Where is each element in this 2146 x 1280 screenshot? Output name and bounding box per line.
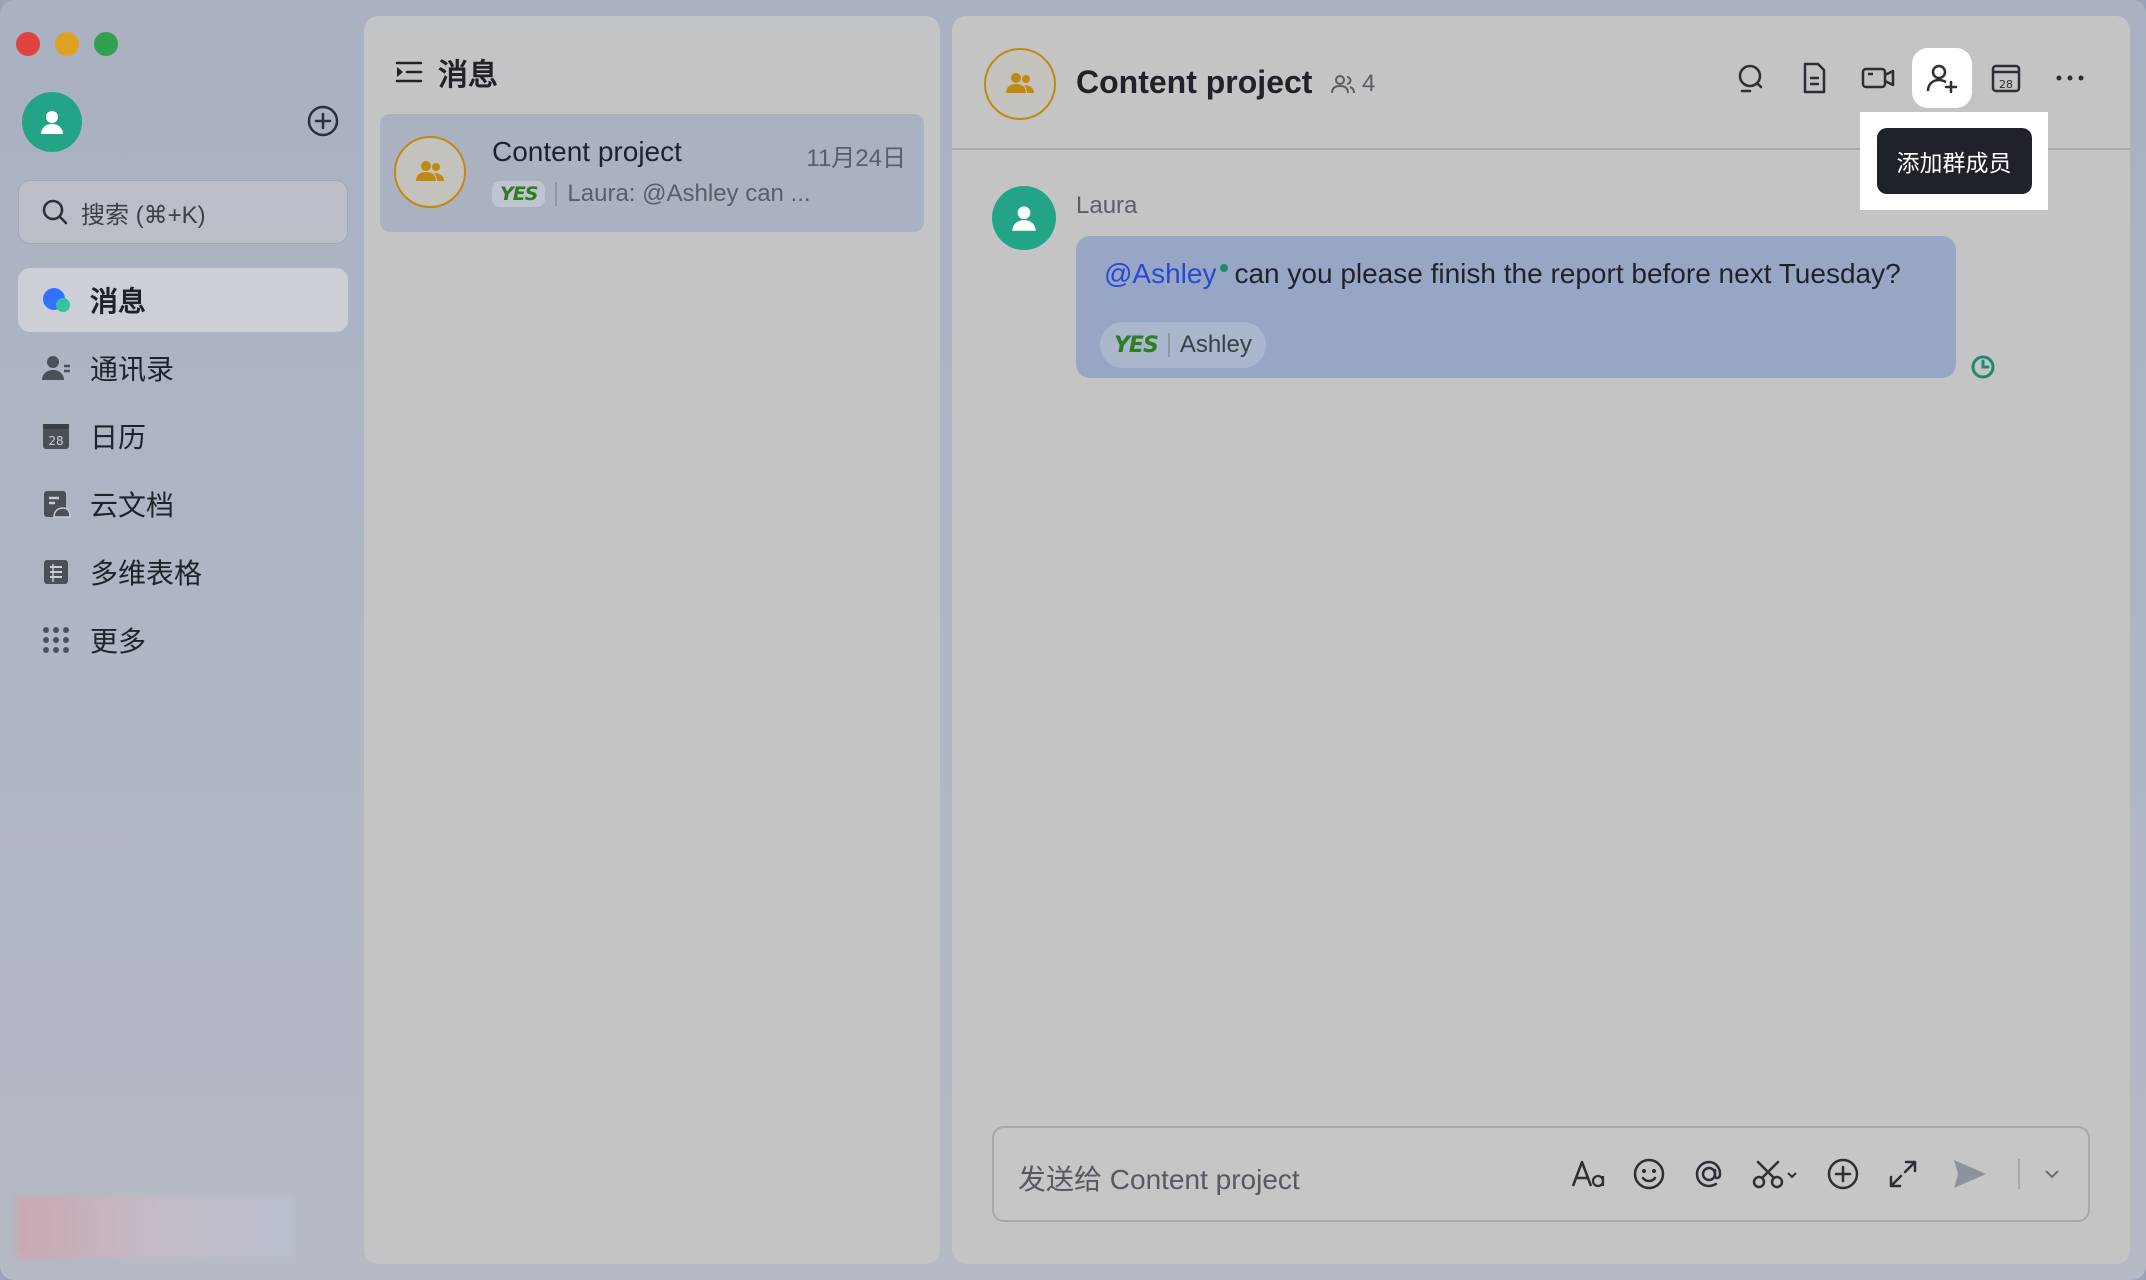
doc-icon <box>1803 62 1826 94</box>
member-count-value: 4 <box>1362 70 1376 97</box>
mention-link[interactable]: @Ashley <box>1104 258 1216 289</box>
video-call-icon <box>1861 67 1895 89</box>
add-attachment-button[interactable] <box>1824 1152 1862 1196</box>
read-status-icon[interactable] <box>1968 352 1998 387</box>
base-table-icon <box>40 556 72 588</box>
dropdown-icon <box>2045 1170 2059 1179</box>
sidebar-item-label: 通讯录 <box>90 354 175 385</box>
sender-avatar[interactable] <box>992 186 1056 250</box>
emoji-icon <box>1633 1158 1665 1190</box>
search-input[interactable]: 搜索 (⌘+K) <box>18 180 348 244</box>
collapse-list-icon[interactable] <box>394 57 424 87</box>
group-icon <box>416 161 444 181</box>
chat-list-header: 消息 <box>394 50 498 94</box>
calendar-day-text: 28 <box>48 434 63 448</box>
chat-list-title: 消息 <box>438 59 498 92</box>
screenshot-button[interactable] <box>1750 1152 1802 1196</box>
docs-icon <box>40 488 72 520</box>
sidebar-item-base[interactable]: 多维表格 <box>18 540 348 604</box>
group-icon <box>1006 73 1034 93</box>
search-icon <box>1738 64 1763 93</box>
composer-toolbar <box>1570 1152 2062 1196</box>
sidebar-item-label: 云文档 <box>90 490 175 521</box>
members-icon <box>1331 75 1355 94</box>
online-status-dot <box>1220 264 1229 272</box>
sender-name[interactable]: Laura <box>1076 192 1137 220</box>
sidebar-item-label: 更多 <box>90 626 147 657</box>
chat-preview-text: Laura: @Ashley can ... <box>567 180 811 207</box>
group-avatar <box>394 136 466 208</box>
sidebar-item-contacts[interactable]: 通讯录 <box>18 336 348 400</box>
yes-tag: YES <box>492 181 546 207</box>
plus-circle-icon <box>307 105 339 137</box>
sidebar-item-docs[interactable]: 云文档 <box>18 472 348 536</box>
user-avatar[interactable] <box>22 92 82 152</box>
search-icon <box>42 199 68 225</box>
send-button[interactable] <box>1944 1152 1996 1196</box>
text-format-button[interactable] <box>1570 1152 1608 1196</box>
chat-toolbar: 28 <box>1728 56 2092 100</box>
messages-icon <box>40 284 72 316</box>
chat-title[interactable]: Content project <box>1076 64 1312 101</box>
divider <box>555 182 558 206</box>
search-chat-button[interactable] <box>1728 56 1772 100</box>
reaction-user: Ashley <box>1179 331 1252 358</box>
message-bubble[interactable]: @Ashley can you please finish the report … <box>1076 236 1956 378</box>
group-avatar[interactable] <box>984 48 1056 120</box>
calendar-icon: 28 <box>40 420 72 452</box>
sidebar-item-label: 多维表格 <box>90 558 203 589</box>
more-apps-icon <box>40 624 72 656</box>
expand-icon <box>1889 1160 1917 1188</box>
chat-list-item[interactable]: Content project 11月24日 YES Laura: @Ashle… <box>380 114 924 232</box>
more-button[interactable] <box>2048 56 2092 100</box>
divider <box>2018 1159 2020 1189</box>
video-call-button[interactable] <box>1856 56 1900 100</box>
calendar-day-text: 28 <box>1999 78 2013 91</box>
composer-placeholder[interactable]: 发送给 Content project <box>1018 1158 1300 1198</box>
chat-panel: Content project 4 28 添加群成员 Laura @Ashley… <box>952 16 2130 1264</box>
sidebar-item-more[interactable]: 更多 <box>18 608 348 672</box>
person-icon <box>1012 206 1036 231</box>
send-options-button[interactable] <box>2042 1152 2062 1196</box>
app-window: 搜索 (⌘+K) 消息 通讯录 28 日历 云文档 多维表格 更多 消息 Con… <box>0 0 2146 1280</box>
sidebar: 搜索 (⌘+K) 消息 通讯录 28 日历 云文档 多维表格 更多 <box>0 0 362 1280</box>
tooltip-container: 添加群成员 <box>1860 112 2048 210</box>
text-format-icon <box>1571 1160 1605 1188</box>
reaction-chip[interactable]: YES Ashley <box>1100 322 1266 368</box>
yes-reaction-icon: YES <box>1114 332 1159 358</box>
sidebar-item-calendar[interactable]: 28 日历 <box>18 404 348 468</box>
contacts-icon <box>40 352 72 384</box>
mention-button[interactable] <box>1690 1152 1728 1196</box>
chat-list-panel: 消息 Content project 11月24日 YES Laura: @As… <box>364 16 940 1264</box>
divider <box>1167 333 1170 357</box>
message-composer[interactable]: 发送给 Content project <box>992 1126 2090 1222</box>
person-icon <box>41 111 63 134</box>
sidebar-nav: 消息 通讯录 28 日历 云文档 多维表格 更多 <box>18 268 348 676</box>
message-body: can you please finish the report before … <box>1234 258 1901 289</box>
doc-button[interactable] <box>1792 56 1836 100</box>
add-member-button[interactable] <box>1920 56 1964 100</box>
calendar-icon: 28 <box>1991 64 2021 93</box>
send-icon <box>1954 1160 1986 1188</box>
calendar-button[interactable]: 28 <box>1984 56 2028 100</box>
emoji-button[interactable] <box>1630 1152 1668 1196</box>
chat-preview: YES Laura: @Ashley can ... <box>492 180 811 208</box>
more-icon <box>2056 75 2084 81</box>
mention-icon <box>1695 1160 1722 1188</box>
chat-name: Content project <box>492 136 682 167</box>
member-count[interactable]: 4 <box>1330 70 1375 98</box>
add-member-icon <box>1926 64 1958 94</box>
screenshot-icon <box>1752 1160 1797 1189</box>
create-button[interactable] <box>306 104 340 138</box>
add-member-tooltip: 添加群成员 <box>1876 128 2032 194</box>
search-placeholder: 搜索 (⌘+K) <box>81 201 206 229</box>
expand-composer-button[interactable] <box>1884 1152 1922 1196</box>
message-text: @Ashley can you please finish the report … <box>1104 258 1901 290</box>
sidebar-item-messages[interactable]: 消息 <box>18 268 348 332</box>
blurred-profile-area <box>16 1196 294 1258</box>
sidebar-item-label: 消息 <box>90 286 147 317</box>
sidebar-item-label: 日历 <box>90 422 147 453</box>
add-icon <box>1827 1158 1859 1190</box>
chat-date: 11月24日 <box>806 145 906 172</box>
